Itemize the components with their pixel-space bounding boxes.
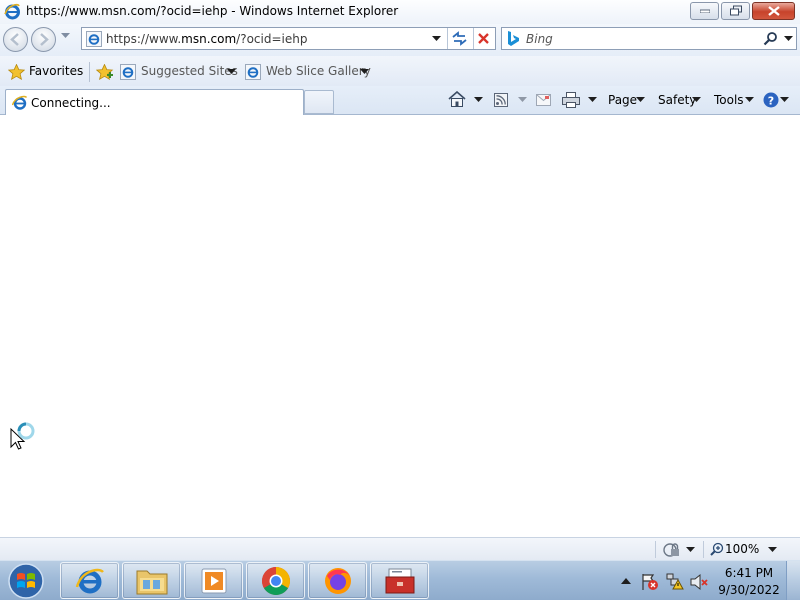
feeds-icon[interactable] (494, 93, 508, 107)
zoom-dropdown-icon[interactable] (768, 547, 777, 553)
close-icon (767, 6, 780, 16)
web-slice-gallery-link[interactable]: Web Slice Gallery (266, 64, 371, 78)
print-dropdown-icon[interactable] (588, 97, 597, 103)
page-menu-dropdown-icon[interactable] (636, 97, 645, 103)
restore-icon (729, 5, 742, 16)
protected-mode-icon[interactable] (662, 542, 680, 557)
tools-menu[interactable]: Tools (714, 93, 744, 107)
busy-cursor-icon (10, 422, 35, 450)
volume-muted-icon[interactable] (690, 573, 708, 591)
help-icon[interactable]: ? (763, 92, 779, 108)
search-dropdown-icon[interactable] (784, 36, 793, 42)
minimize-button[interactable] (690, 2, 719, 20)
chrome-icon (261, 566, 290, 595)
folder-icon (136, 570, 167, 594)
taskbar-chrome[interactable] (246, 562, 305, 599)
page-menu[interactable]: Page (608, 93, 637, 107)
close-window-button[interactable] (752, 2, 795, 20)
minimize-icon (699, 9, 710, 13)
back-arrow-icon (10, 33, 19, 46)
clock-time: 6:41 PM (724, 566, 774, 580)
forward-arrow-icon (40, 33, 49, 46)
tab-active[interactable]: Connecting... (5, 89, 304, 115)
web-slice-gallery-dropdown-icon[interactable] (360, 69, 369, 75)
read-mail-icon[interactable] (536, 94, 551, 106)
toolbox-icon (385, 568, 414, 593)
media-player-icon (201, 568, 226, 593)
taskbar-internet-explorer[interactable] (60, 562, 119, 599)
safety-menu[interactable]: Safety (658, 93, 696, 107)
network-warning-icon[interactable] (666, 573, 684, 591)
suggested-sites-link[interactable]: Suggested Sites (141, 64, 238, 78)
svg-text:?: ? (768, 94, 774, 107)
action-center-flag-icon[interactable] (641, 573, 659, 591)
home-icon[interactable] (448, 91, 466, 108)
system-clock[interactable]: 6:41 PM 9/30/2022 (713, 565, 785, 599)
address-url[interactable]: https://www.msn.com/?ocid=iehp (106, 32, 307, 46)
zoom-level[interactable]: 100% (725, 542, 759, 556)
stop-icon[interactable] (477, 32, 490, 45)
help-dropdown-icon[interactable] (780, 97, 789, 103)
tools-menu-dropdown-icon[interactable] (745, 97, 754, 103)
taskbar-toolbox-app[interactable] (370, 562, 429, 599)
start-button[interactable] (6, 562, 46, 600)
taskbar-media-player[interactable] (184, 562, 243, 599)
feeds-dropdown-icon[interactable] (518, 97, 527, 103)
favorites-bar: Favorites Suggested Sites Web Slice Gall… (0, 56, 800, 86)
security-dropdown-icon[interactable] (686, 547, 695, 553)
bing-icon (508, 31, 519, 46)
show-hidden-icons-arrow[interactable] (621, 578, 631, 584)
windows-taskbar: 6:41 PM 9/30/2022 (0, 560, 800, 600)
tab-ie-icon (12, 95, 28, 110)
window-title: https://www.msn.com/?ocid=iehp - Windows… (26, 4, 399, 18)
suggested-sites-ie-icon (120, 64, 136, 80)
safety-menu-dropdown-icon[interactable] (692, 97, 701, 103)
status-bar: 100% (0, 537, 800, 560)
search-box[interactable]: Bing (501, 27, 797, 50)
tab-command-bar: Connecting... Page Safety Tools ? (0, 86, 800, 115)
zoom-icon[interactable] (710, 542, 724, 556)
print-icon[interactable] (562, 92, 580, 108)
recent-pages-dropdown[interactable] (61, 33, 70, 39)
search-placeholder: Bing (526, 32, 553, 46)
taskbar-windows-explorer[interactable] (122, 562, 181, 599)
web-slice-gallery-ie-icon (245, 64, 261, 80)
clock-date: 9/30/2022 (718, 583, 780, 597)
forward-button[interactable] (31, 27, 56, 52)
favorites-star-icon[interactable] (8, 64, 25, 80)
internet-explorer-icon (4, 3, 20, 20)
firefox-icon (324, 567, 351, 594)
back-button[interactable] (3, 27, 28, 52)
restore-button[interactable] (721, 2, 750, 20)
taskbar-firefox[interactable] (308, 562, 367, 599)
add-to-favorites-bar-icon[interactable] (96, 64, 114, 80)
home-dropdown-icon[interactable] (474, 97, 483, 103)
tab-title: Connecting... (31, 96, 111, 110)
page-ie-icon (86, 31, 102, 47)
address-bar[interactable]: https://www.msn.com/?ocid=iehp (81, 27, 496, 50)
favorites-button[interactable]: Favorites (29, 64, 83, 78)
new-tab-button[interactable] (304, 90, 334, 114)
refresh-icon[interactable] (451, 31, 468, 46)
search-icon[interactable] (763, 31, 778, 46)
window-title-bar[interactable]: https://www.msn.com/?ocid=iehp - Windows… (0, 0, 800, 24)
internet-explorer-icon (75, 568, 104, 593)
address-dropdown-icon[interactable] (432, 36, 441, 42)
page-content-area[interactable] (0, 116, 800, 537)
suggested-sites-dropdown-icon[interactable] (227, 69, 236, 75)
navigation-bar: https://www.msn.com/?ocid=iehp Bing (0, 24, 800, 56)
show-desktop-button[interactable] (786, 561, 800, 600)
